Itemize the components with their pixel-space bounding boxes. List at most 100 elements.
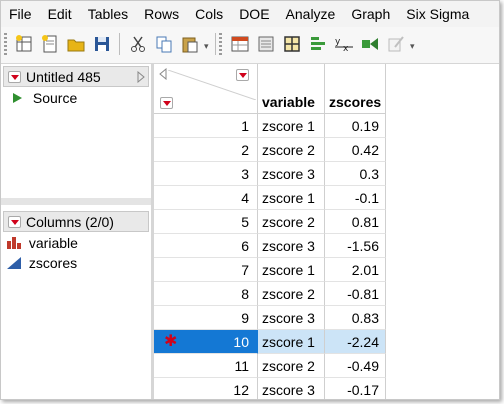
grid-corner <box>154 64 258 114</box>
cell-variable[interactable]: zscore 2 <box>258 282 325 306</box>
new-script-icon[interactable] <box>37 31 63 57</box>
menu-file[interactable]: File <box>1 1 40 22</box>
menu-six-sigma[interactable]: Six Sigma <box>398 1 477 22</box>
row-number[interactable]: 4 <box>154 186 258 210</box>
cell-zscores[interactable]: -0.17 <box>325 378 386 399</box>
continuous-triangle-icon <box>7 257 21 269</box>
row-number[interactable]: 11 <box>154 354 258 378</box>
row-number[interactable]: 7 <box>154 258 258 282</box>
table-row[interactable]: 3 zscore 3 0.3 <box>154 162 386 186</box>
columns-panel-header[interactable]: Columns (2/0) <box>3 211 149 232</box>
toolbar-grip[interactable] <box>219 33 222 55</box>
toolbar: ▾ yx ▾ <box>1 27 499 64</box>
cell-variable[interactable]: zscore 2 <box>258 210 325 234</box>
cell-zscores[interactable]: 0.19 <box>325 114 386 138</box>
row-number[interactable]: 8 <box>154 282 258 306</box>
corner-diagonal <box>168 70 256 100</box>
cell-variable[interactable]: zscore 3 <box>258 378 325 399</box>
collapse-panel-icon[interactable] <box>136 71 146 83</box>
table-panel-header[interactable]: Untitled 485 <box>3 66 149 87</box>
cell-variable[interactable]: zscore 3 <box>258 162 325 186</box>
save-icon[interactable] <box>89 31 115 57</box>
cell-zscores[interactable]: 0.81 <box>325 210 386 234</box>
row-number[interactable]: 6 <box>154 234 258 258</box>
cell-variable[interactable]: zscore 2 <box>258 354 325 378</box>
cell-variable[interactable]: zscore 1 <box>258 258 325 282</box>
table-row[interactable]: 1 zscore 1 0.19 <box>154 114 386 138</box>
table-row[interactable]: 9 zscore 3 0.83 <box>154 306 386 330</box>
toolbar-grip[interactable] <box>4 33 7 55</box>
toolbar-overflow-icon[interactable]: ▾ <box>204 41 209 52</box>
table-row[interactable]: 10 ✱ zscore 1 -2.24 <box>154 330 386 354</box>
cell-zscores[interactable]: 0.42 <box>325 138 386 162</box>
menu-analyze[interactable]: Analyze <box>278 1 344 22</box>
menu-graph[interactable]: Graph <box>343 1 398 22</box>
table-row[interactable]: 7 zscore 1 2.01 <box>154 258 386 282</box>
table-row[interactable]: 6 zscore 3 -1.56 <box>154 234 386 258</box>
menu-doe[interactable]: DOE <box>231 1 277 22</box>
cell-variable[interactable]: zscore 1 <box>258 114 325 138</box>
toolbar-overflow-icon[interactable]: ▾ <box>410 41 415 52</box>
row-number[interactable]: 2 <box>154 138 258 162</box>
journal-icon[interactable] <box>253 31 279 57</box>
cell-variable[interactable]: zscore 3 <box>258 306 325 330</box>
table-row[interactable]: 12 zscore 3 -0.17 <box>154 378 386 399</box>
menu-tables[interactable]: Tables <box>80 1 136 22</box>
cell-variable[interactable]: zscore 3 <box>258 234 325 258</box>
left-panel: Untitled 485 Source Columns (2/0) variab… <box>1 64 154 399</box>
row-number[interactable]: 12 <box>154 378 258 399</box>
cell-zscores[interactable]: -2.24 <box>325 330 386 354</box>
menu-cols[interactable]: Cols <box>187 1 231 22</box>
panel-splitter[interactable] <box>1 198 151 205</box>
red-triangle-menu-icon[interactable] <box>8 71 21 83</box>
paste-icon[interactable] <box>177 31 203 57</box>
edit-icon[interactable] <box>383 31 409 57</box>
layout-icon[interactable] <box>279 31 305 57</box>
columns-panel-title: Columns (2/0) <box>26 214 114 230</box>
nominal-bars-icon <box>7 237 21 249</box>
cell-variable[interactable]: zscore 1 <box>258 186 325 210</box>
open-icon[interactable] <box>63 31 89 57</box>
svg-text:y: y <box>335 37 341 47</box>
row-number[interactable]: 9 <box>154 306 258 330</box>
column-header-zscores[interactable]: zscores <box>325 64 386 114</box>
cell-zscores[interactable]: 0.83 <box>325 306 386 330</box>
cell-zscores[interactable]: -0.81 <box>325 282 386 306</box>
cell-zscores[interactable]: 2.01 <box>325 258 386 282</box>
cell-zscores[interactable]: -0.49 <box>325 354 386 378</box>
rows-red-triangle-icon[interactable] <box>160 97 173 109</box>
row-number[interactable]: 1 <box>154 114 258 138</box>
cell-zscores[interactable]: -0.1 <box>325 186 386 210</box>
distribution-icon[interactable] <box>305 31 331 57</box>
play-script-icon <box>13 93 22 103</box>
graph-builder-icon[interactable] <box>357 31 383 57</box>
row-number[interactable]: 5 <box>154 210 258 234</box>
table-row[interactable]: 4 zscore 1 -0.1 <box>154 186 386 210</box>
red-triangle-menu-icon[interactable] <box>8 216 21 228</box>
data-table-view-icon[interactable] <box>227 31 253 57</box>
fit-y-by-x-icon[interactable]: yx <box>331 31 357 57</box>
cut-icon[interactable] <box>125 31 151 57</box>
source-item[interactable]: Source <box>11 90 77 106</box>
collapse-left-icon[interactable] <box>158 68 168 80</box>
row-number[interactable]: 3 <box>154 162 258 186</box>
table-row[interactable]: 8 zscore 2 -0.81 <box>154 282 386 306</box>
cell-zscores[interactable]: 0.3 <box>325 162 386 186</box>
source-label: Source <box>32 90 78 106</box>
table-row[interactable]: 5 zscore 2 0.81 <box>154 210 386 234</box>
cell-zscores[interactable]: -1.56 <box>325 234 386 258</box>
cell-variable[interactable]: zscore 1 <box>258 330 325 354</box>
table-row[interactable]: 2 zscore 2 0.42 <box>154 138 386 162</box>
column-header-variable[interactable]: variable <box>258 64 325 114</box>
table-row[interactable]: 11 zscore 2 -0.49 <box>154 354 386 378</box>
new-data-table-icon[interactable] <box>11 31 37 57</box>
menu-edit[interactable]: Edit <box>40 1 80 22</box>
svg-text:x: x <box>343 44 349 54</box>
menu-rows[interactable]: Rows <box>136 1 187 22</box>
cell-variable[interactable]: zscore 2 <box>258 138 325 162</box>
copy-icon[interactable] <box>151 31 177 57</box>
column-item-zscores[interactable]: zscores <box>7 255 77 271</box>
jmp-data-table-window: File Edit Tables Rows Cols DOE Analyze Graph Six… <box>0 0 500 400</box>
column-item-variable[interactable]: variable <box>7 235 78 251</box>
table-name: Untitled 485 <box>26 69 101 85</box>
